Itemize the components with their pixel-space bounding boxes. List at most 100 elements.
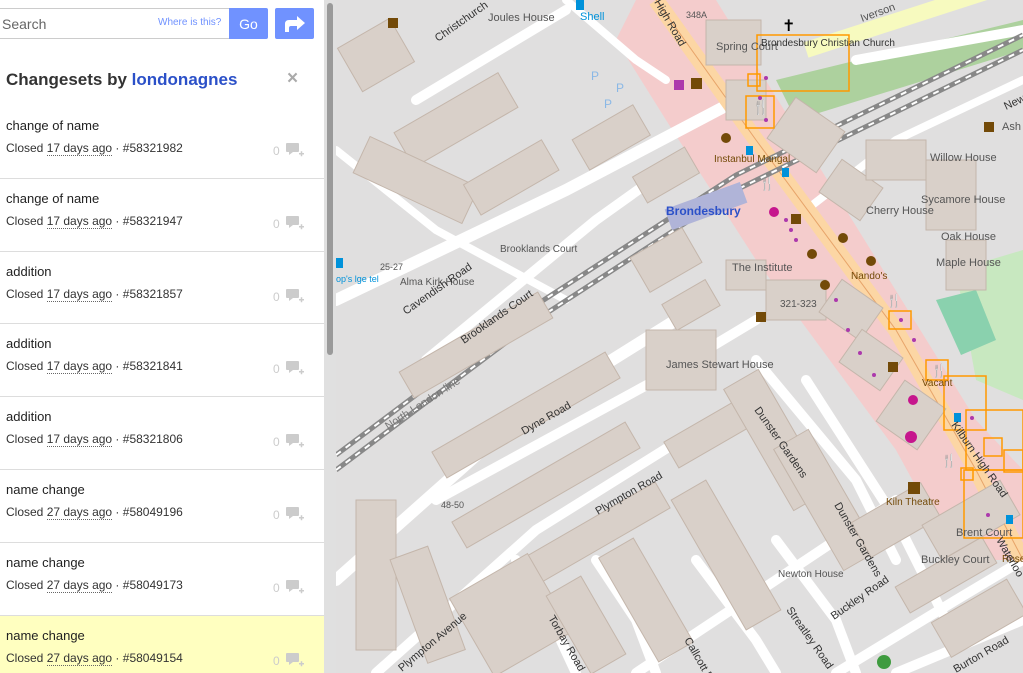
map-canvas[interactable]: 🍴 🍴 🍴 🍴 🍴 ✝ P P P Shell Joules House Spr… xyxy=(336,0,1023,673)
sidebar: Where is this? Go Changesets by londonag… xyxy=(0,0,336,673)
fuel-icon xyxy=(576,0,584,10)
close-icon[interactable]: × xyxy=(287,68,298,90)
changeset-id[interactable]: #58321841 xyxy=(123,359,183,373)
svg-text:Buckley Court: Buckley Court xyxy=(921,554,989,566)
comment-icon xyxy=(286,506,304,521)
changeset-status: Closed xyxy=(6,359,44,374)
info-icon xyxy=(877,655,891,669)
changeset-time: 27 days ago xyxy=(46,650,113,666)
bus-stop-icon xyxy=(1006,515,1013,524)
changeset-time: 17 days ago xyxy=(46,359,113,375)
comment-count: 0 xyxy=(273,216,280,231)
theatre-icon xyxy=(908,482,920,494)
go-button[interactable]: Go xyxy=(229,8,268,39)
svg-text:Vacant: Vacant xyxy=(922,378,953,389)
app-window: Where is this? Go Changesets by londonag… xyxy=(0,0,1023,673)
comment-icon xyxy=(286,579,304,594)
svg-text:Shell: Shell xyxy=(580,11,604,23)
comment-count: 0 xyxy=(273,580,280,595)
changeset-item[interactable]: addition Closed 17 days ago · #58321841 0 xyxy=(0,324,324,398)
changeset-list: change of name Closed 17 days ago · #5832… xyxy=(0,106,324,673)
museum-icon xyxy=(691,78,702,89)
fastfood-icon xyxy=(820,280,830,290)
dentist-icon xyxy=(769,207,779,217)
changeset-item[interactable]: name change Closed 27 days ago · #5804919… xyxy=(0,470,324,543)
shop-icon xyxy=(674,80,684,90)
shop-icon xyxy=(888,362,898,372)
directions-button[interactable] xyxy=(275,8,314,39)
fastfood-icon xyxy=(866,256,876,266)
restaurant-icon: 🍴 xyxy=(886,293,902,309)
changeset-time: 17 days ago xyxy=(46,286,113,302)
parking-icon: P xyxy=(604,97,612,111)
changeset-id[interactable]: #58321806 xyxy=(123,432,183,446)
changeset-item[interactable]: change of name Closed 17 days ago · #5832… xyxy=(0,179,324,252)
fastfood-icon xyxy=(721,133,731,143)
church-icon: ✝ xyxy=(782,18,795,35)
svg-text:Willow House: Willow House xyxy=(930,152,997,164)
changeset-time: 17 days ago xyxy=(46,432,113,448)
changeset-item[interactable]: change of name Closed 17 days ago · #5832… xyxy=(0,106,324,179)
changeset-comment[interactable]: name change xyxy=(6,482,324,497)
changeset-id[interactable]: #58049196 xyxy=(123,505,183,519)
svg-text:Oak House: Oak House xyxy=(941,231,996,243)
comment-icon xyxy=(286,143,304,157)
changeset-item[interactable]: addition Closed 17 days ago · #58321857 0 xyxy=(0,252,324,325)
scrollbar-thumb[interactable] xyxy=(327,3,333,355)
restaurant-icon: 🍴 xyxy=(941,453,957,469)
changeset-id[interactable]: #58049173 xyxy=(123,578,183,592)
changeset-id[interactable]: #58321857 xyxy=(123,287,183,301)
changeset-comment[interactable]: name change xyxy=(6,555,324,570)
changesets-header: Changesets by londonagnes × xyxy=(0,48,324,106)
svg-text:321-323: 321-323 xyxy=(780,299,817,310)
svg-text:op's lge tel: op's lge tel xyxy=(336,274,379,284)
changeset-time: 17 days ago xyxy=(46,213,113,229)
svg-text:Newton House: Newton House xyxy=(778,569,844,580)
comment-count: 0 xyxy=(273,653,280,668)
sidebar-scrollbar[interactable] xyxy=(324,0,336,673)
pharmacy-icon xyxy=(905,431,917,443)
svg-text:Maple House: Maple House xyxy=(936,257,1001,269)
changeset-status: Closed xyxy=(6,213,44,228)
shop-icon xyxy=(388,18,398,28)
changeset-comment[interactable]: addition xyxy=(6,336,324,351)
username-link[interactable]: londonagnes xyxy=(132,70,238,89)
parking-icon: P xyxy=(591,69,599,83)
changeset-item[interactable]: addition Closed 17 days ago · #58321806 0 xyxy=(0,397,324,470)
changeset-id[interactable]: #58321947 xyxy=(123,214,183,228)
svg-text:348A: 348A xyxy=(686,10,707,20)
changeset-comment[interactable]: change of name xyxy=(6,191,324,206)
map-view[interactable]: 🍴 🍴 🍴 🍴 🍴 ✝ P P P Shell Joules House Spr… xyxy=(336,0,1023,673)
svg-text:Cherry House: Cherry House xyxy=(866,205,934,217)
changeset-time: 27 days ago xyxy=(46,504,113,520)
search-bar: Where is this? Go xyxy=(0,8,324,40)
comment-icon xyxy=(286,215,304,230)
comment-count: 0 xyxy=(273,289,280,304)
comment-count: 0 xyxy=(273,144,280,158)
changeset-comment[interactable]: change of name xyxy=(6,118,324,133)
bus-stop-icon xyxy=(782,168,789,177)
changeset-item[interactable]: name change Closed 27 days ago · #5804915… xyxy=(0,615,324,673)
svg-text:Brooklands Court: Brooklands Court xyxy=(500,244,577,255)
changeset-comment[interactable]: name change xyxy=(6,628,324,643)
changeset-item[interactable]: name change Closed 27 days ago · #5804917… xyxy=(0,543,324,616)
bus-stop-icon xyxy=(336,258,343,268)
svg-text:Kiln Theatre: Kiln Theatre xyxy=(886,497,940,508)
where-is-this-link[interactable]: Where is this? xyxy=(158,17,221,28)
svg-text:Joules House: Joules House xyxy=(488,12,555,24)
changeset-id[interactable]: #58321982 xyxy=(123,141,183,155)
changeset-status: Closed xyxy=(6,141,44,155)
changeset-time: 17 days ago xyxy=(46,141,113,156)
changeset-status: Closed xyxy=(6,504,44,519)
comment-icon xyxy=(286,288,304,302)
changesets-panel[interactable]: Changesets by londonagnes × change of na… xyxy=(0,48,324,673)
comment-icon xyxy=(286,361,304,375)
comment-count: 0 xyxy=(273,362,280,377)
changeset-comment[interactable]: addition xyxy=(6,264,324,279)
svg-text:Ash: Ash xyxy=(1002,121,1021,133)
changeset-comment[interactable]: addition xyxy=(6,409,324,424)
page-title: Changesets by londonagnes xyxy=(6,70,238,89)
changeset-id[interactable]: #58049154 xyxy=(123,651,183,665)
restaurant-icon: 🍴 xyxy=(759,176,775,192)
svg-text:Brondesbury: Brondesbury xyxy=(666,204,741,218)
